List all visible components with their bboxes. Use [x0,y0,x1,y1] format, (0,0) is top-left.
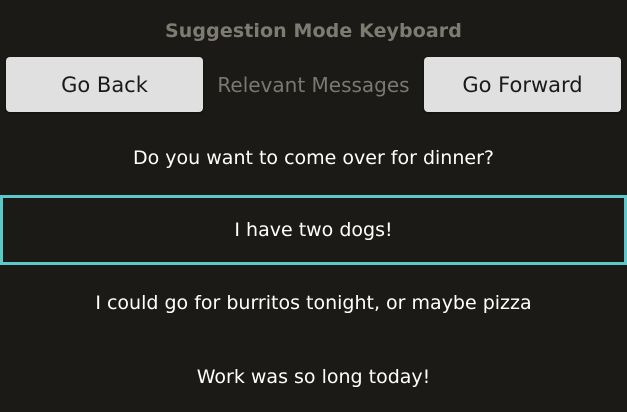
page-title: Suggestion Mode Keyboard [165,20,462,42]
message-item-2-selected[interactable]: I have two dogs! [0,195,627,265]
navigation-row: Go Back Relevant Messages Go Forward [0,57,627,112]
go-forward-button[interactable]: Go Forward [424,57,621,112]
message-item-4[interactable]: Work was so long today! [0,342,627,412]
section-label: Relevant Messages [217,72,410,97]
message-item-1[interactable]: Do you want to come over for dinner? [0,123,627,193]
go-back-button[interactable]: Go Back [6,57,203,112]
message-item-3[interactable]: I could go for burritos tonight, or mayb… [0,268,627,338]
